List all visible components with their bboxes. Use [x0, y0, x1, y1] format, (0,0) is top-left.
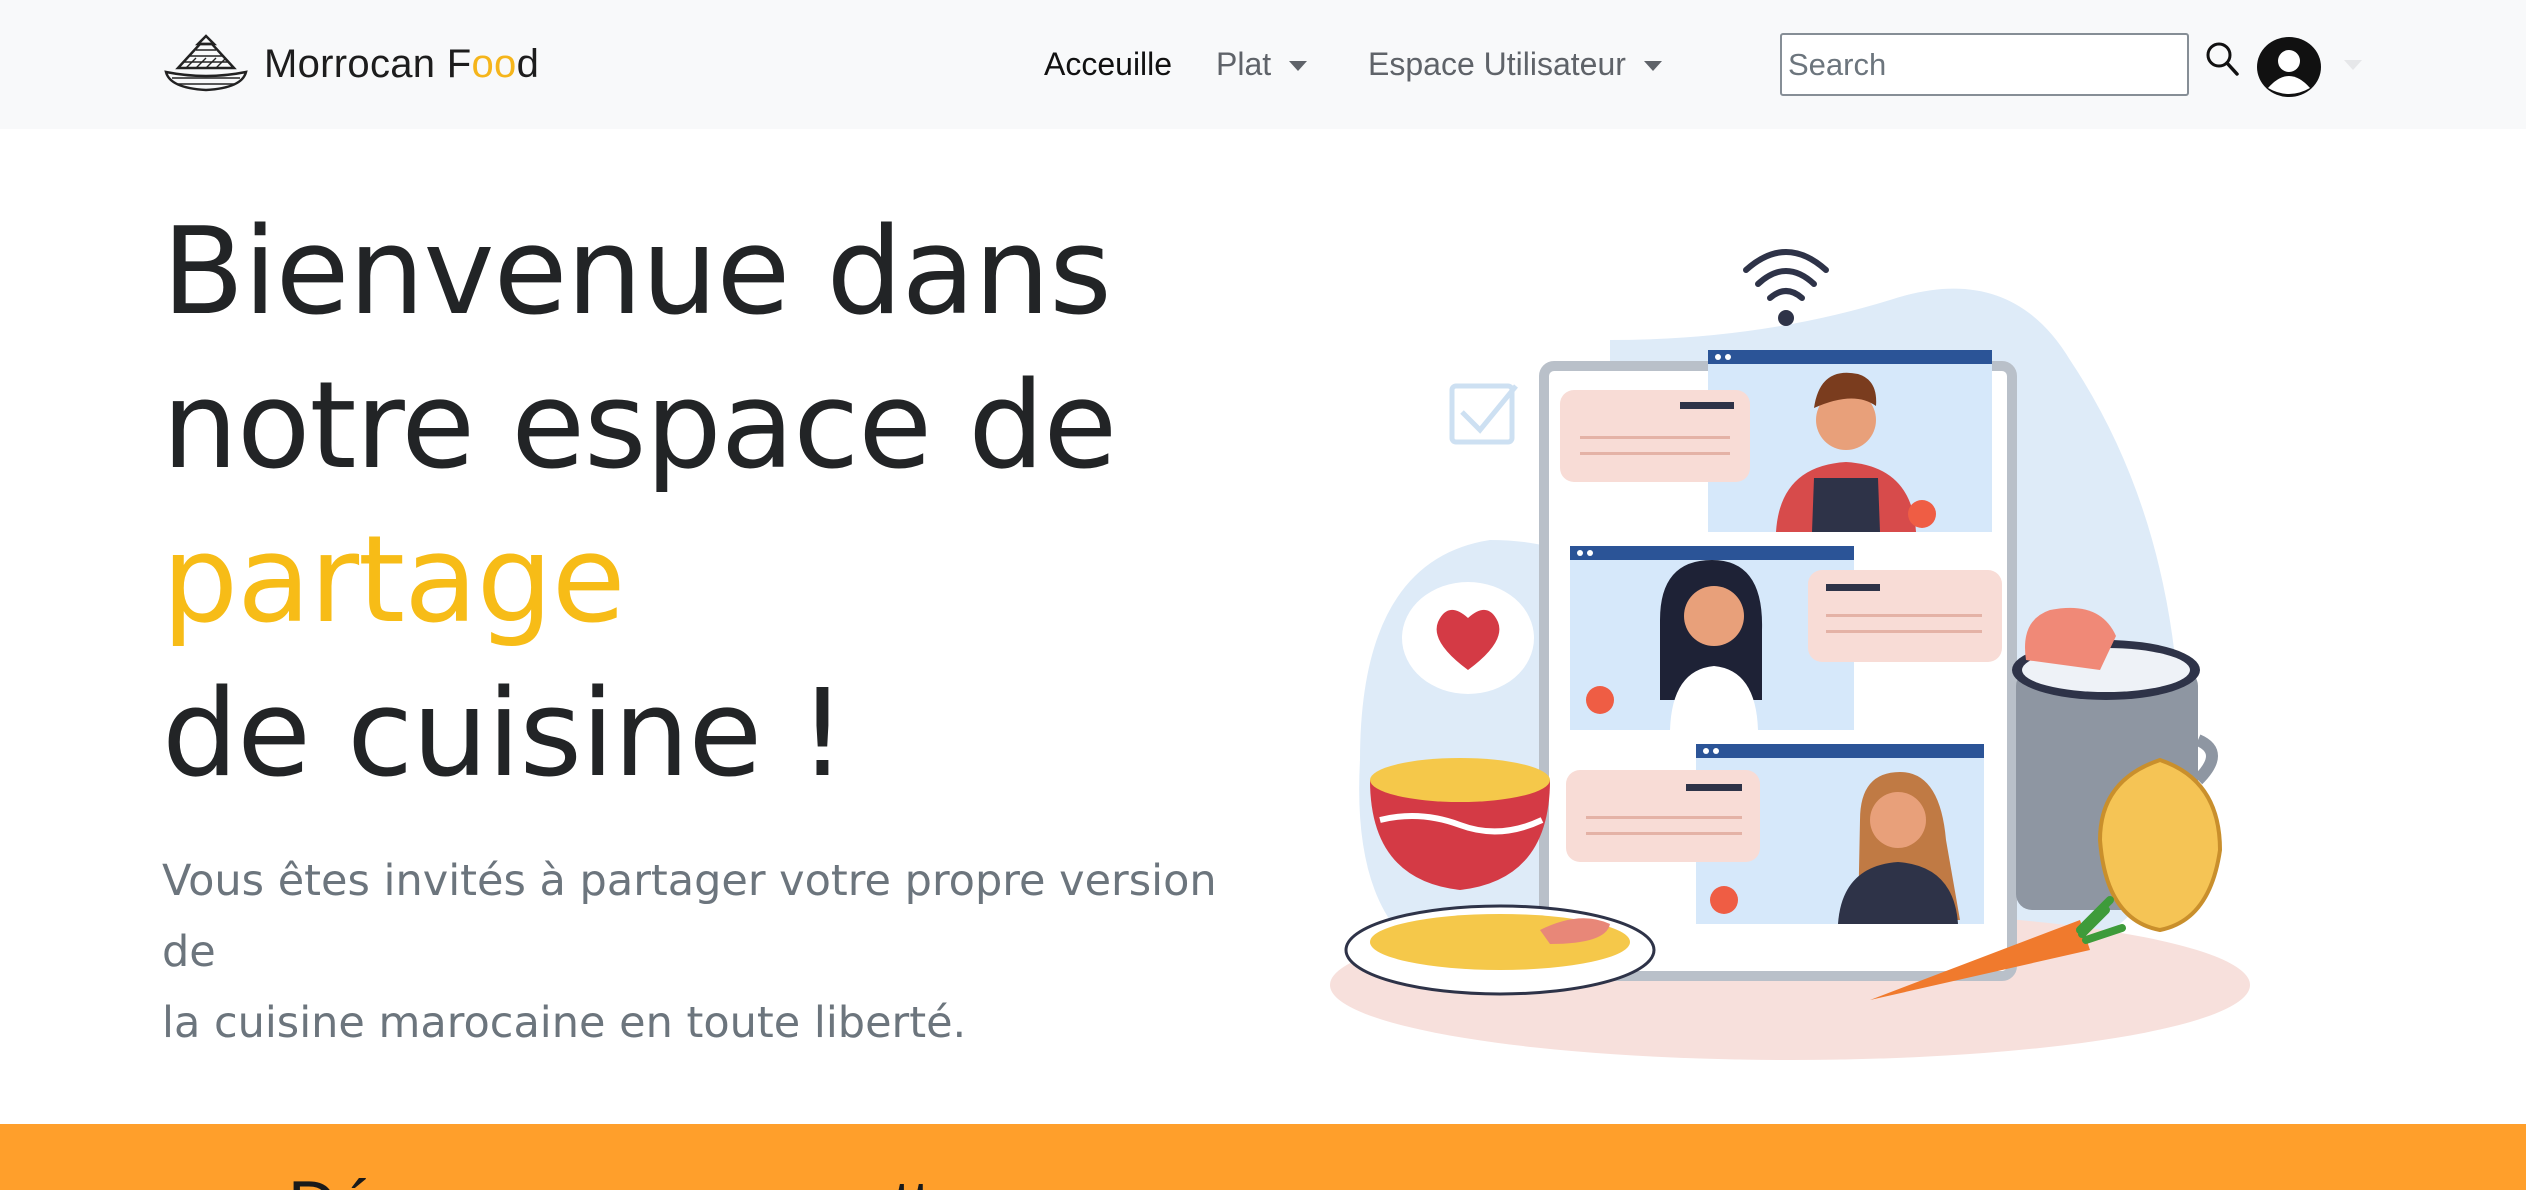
hero-title-line: notre espace de [162, 357, 1117, 496]
brand-link[interactable]: Morrocan Food [162, 30, 539, 98]
user-avatar-icon[interactable] [2256, 36, 2322, 98]
nav-item-label: Espace Utilisateur [1368, 46, 1626, 82]
hero-title-line: de cuisine ! [162, 665, 847, 804]
wifi-icon [1743, 249, 1829, 301]
nav-item-espace-utilisateur[interactable]: Espace Utilisateur [1368, 46, 1662, 83]
caret-down-icon [1643, 60, 1662, 71]
brand-name: Morrocan Food [264, 41, 540, 86]
section-title: Découvrez nos recettes [288, 1166, 1002, 1190]
nav-item-label: Acceuille [1044, 46, 1173, 82]
hero-title-highlight: partage [162, 511, 626, 650]
search-icon [2206, 42, 2239, 76]
tagine-icon [164, 34, 248, 92]
hero-lead: Vous êtes invités à partager votre propr… [162, 856, 1217, 1048]
search-input[interactable] [1780, 33, 2189, 96]
nav-item-label: Plat [1216, 46, 1272, 82]
search-button[interactable] [2203, 40, 2241, 78]
video-call-cooking-illustration [1330, 249, 2250, 1060]
hero-title: Bienvenue dans notre espace de partage d… [162, 196, 1262, 812]
nav-item-plat[interactable]: Plat [1216, 46, 1308, 83]
navbar: Morrocan Food Acceuille Plat Espace Util… [0, 0, 2526, 129]
hero-title-line: Bienvenue dans [162, 203, 1112, 342]
nav-item-acceuille[interactable]: Acceuille [1044, 46, 1172, 83]
caret-down-icon [1289, 60, 1308, 71]
caret-down-icon[interactable] [2344, 60, 2362, 70]
recipes-section-banner: Découvrez nos recettes [0, 1124, 2526, 1190]
